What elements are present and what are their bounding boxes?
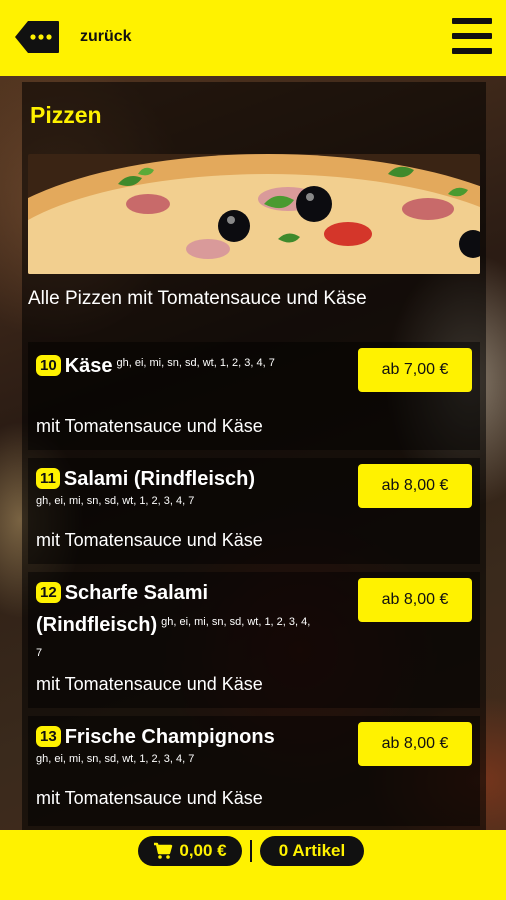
- item-allergens: gh, ei, mi, sn, sd, wt, 1, 2, 3, 4, 7: [36, 495, 195, 507]
- item-name: Käse: [64, 355, 113, 377]
- item-number-badge: 13: [36, 726, 61, 747]
- menu-item[interactable]: 10 Käse gh, ei, mi, sn, sd, wt, 1, 2, 3, 4…: [28, 342, 480, 450]
- add-to-cart-price-button[interactable]: ab 8,00 €: [358, 578, 472, 622]
- category-title: Pizzen: [30, 102, 102, 128]
- add-to-cart-price-button[interactable]: ab 7,00 €: [358, 348, 472, 392]
- item-heading: 13 Frische Champignons gh, ei, mi, sn, sd…: [36, 722, 316, 766]
- footer-divider: [250, 840, 252, 862]
- item-name-continued: (Rindfleisch): [36, 614, 158, 636]
- item-description: mit Tomatensauce und Käse: [36, 788, 263, 808]
- item-heading: 12 Scharfe Salami (Rindfleisch) gh, ei, mi…: [36, 578, 316, 670]
- cart-total: 0,00 €: [179, 841, 227, 860]
- item-heading: 10 Käse gh, ei, mi, sn, sd, wt, 1, 2, 3, 4…: [36, 348, 316, 381]
- back-label[interactable]: zurück: [80, 28, 132, 46]
- shopping-cart-icon: [154, 842, 173, 859]
- item-heading: 11 Salami (Rindfleisch) gh, ei, mi, sn, s…: [36, 464, 316, 508]
- item-allergens: gh, ei, mi, sn, sd, wt, 1, 2, 3, 4, 7: [36, 753, 195, 765]
- menu-category-panel: Pizzen Alle Pizzen mit Tomatensauce und …: [22, 82, 486, 830]
- article-count: 0 Artikel: [278, 841, 346, 860]
- item-number-badge: 11: [36, 468, 60, 489]
- back-button[interactable]: [14, 20, 60, 54]
- pizza-image: [28, 154, 480, 274]
- item-number-badge: 12: [36, 582, 61, 603]
- item-name: Salami (Rindfleisch): [63, 468, 256, 490]
- back-tag-icon: [15, 21, 59, 53]
- item-description: mit Tomatensauce und Käse: [36, 416, 263, 436]
- item-name: Frische Champignons: [64, 726, 275, 748]
- hamburger-menu-icon[interactable]: [452, 18, 492, 54]
- menu-item[interactable]: 13 Frische Champignons gh, ei, mi, sn, sd…: [28, 716, 480, 826]
- article-count-button[interactable]: 0 Artikel: [260, 836, 364, 866]
- item-name: Scharfe Salami: [64, 582, 209, 604]
- item-description: mit Tomatensauce und Käse: [36, 674, 263, 694]
- cart-bar: 0,00 € 0 Artikel: [0, 830, 506, 900]
- add-to-cart-price-button[interactable]: ab 8,00 €: [358, 722, 472, 766]
- item-allergens: gh, ei, mi, sn, sd, wt, 1, 2, 3, 4, 7: [116, 357, 275, 369]
- category-description: Alle Pizzen mit Tomatensauce und Käse: [28, 288, 367, 309]
- cart-total-button[interactable]: 0,00 €: [138, 836, 242, 866]
- item-description: mit Tomatensauce und Käse: [36, 530, 263, 550]
- add-to-cart-price-button[interactable]: ab 8,00 €: [358, 464, 472, 508]
- menu-item[interactable]: 12 Scharfe Salami (Rindfleisch) gh, ei, mi…: [28, 572, 480, 708]
- item-number-badge: 10: [36, 355, 61, 376]
- menu-item[interactable]: 11 Salami (Rindfleisch) gh, ei, mi, sn, s…: [28, 458, 480, 564]
- top-bar: zurück: [0, 0, 506, 76]
